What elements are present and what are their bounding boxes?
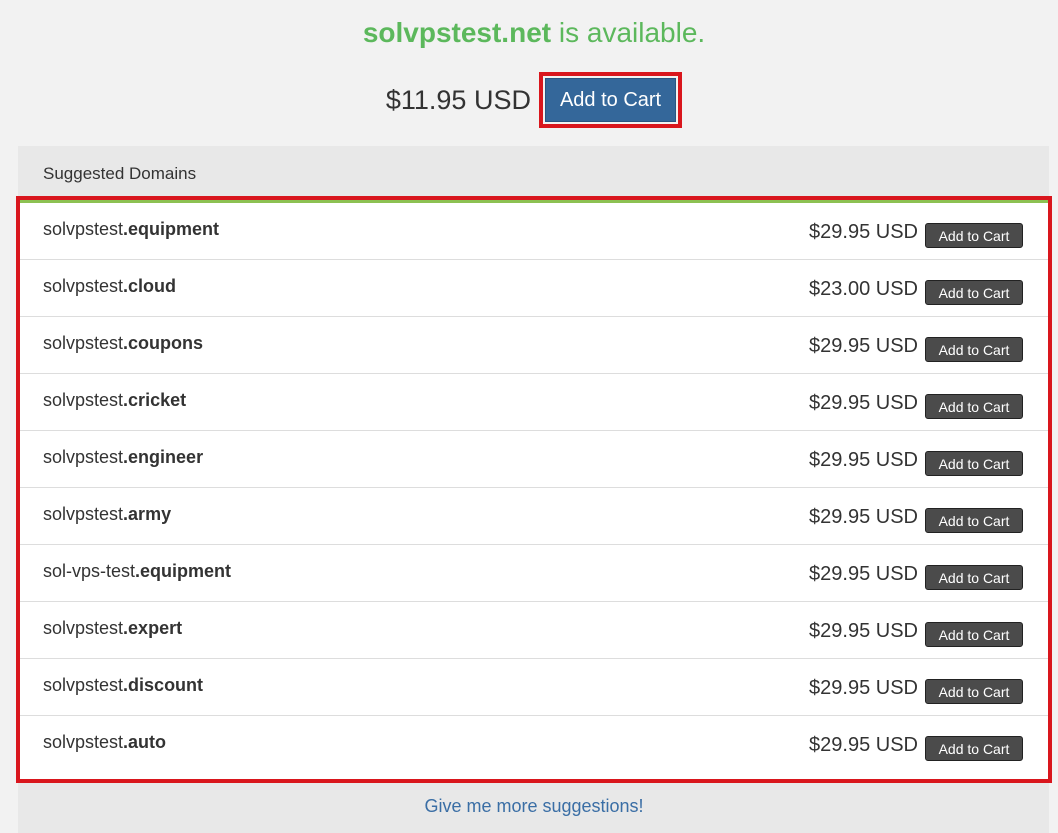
suggestion-add-to-cart-button[interactable]: Add to Cart xyxy=(925,508,1023,533)
availability-status-text: is available. xyxy=(551,17,706,48)
suggestion-domain: solvpstest.cricket xyxy=(43,390,186,411)
suggestion-base: solvpstest xyxy=(43,333,124,353)
suggestion-price: $29.95 USD xyxy=(809,221,918,243)
suggestion-tld: .discount xyxy=(123,675,204,695)
suggestion-price: $29.95 USD xyxy=(809,734,918,756)
suggestion-row: solvpstest.cricket $29.95 USD Add to Car… xyxy=(20,374,1048,431)
suggestion-add-to-cart-button[interactable]: Add to Cart xyxy=(925,565,1023,590)
suggestion-base: solvpstest xyxy=(43,618,124,638)
suggestion-domain: solvpstest.expert xyxy=(43,618,182,639)
suggestion-base: solvpstest xyxy=(43,675,124,695)
suggestion-tld: .expert xyxy=(123,618,183,638)
suggestion-row: solvpstest.discount $29.95 USD Add to Ca… xyxy=(20,659,1048,716)
suggestion-add-to-cart-button[interactable]: Add to Cart xyxy=(925,736,1023,761)
suggestion-base: sol-vps-test xyxy=(43,561,136,581)
suggestion-domain: solvpstest.coupons xyxy=(43,333,203,354)
suggestion-price: $23.00 USD xyxy=(809,278,918,300)
suggestions-list: solvpstest.equipment $29.95 USD Add to C… xyxy=(20,200,1048,779)
suggestion-row: sol-vps-test.equipment $29.95 USD Add to… xyxy=(20,545,1048,602)
main-domain-price: $11.95 USD xyxy=(385,85,531,115)
suggestion-base: solvpstest xyxy=(43,732,124,752)
suggestion-domain: solvpstest.discount xyxy=(43,675,203,696)
suggestion-price: $29.95 USD xyxy=(809,563,918,585)
suggestion-tld: .equipment xyxy=(123,219,220,239)
suggestion-tld: .auto xyxy=(123,732,167,752)
main-add-button-highlight: Add to Cart xyxy=(538,72,683,128)
suggestion-tld: .equipment xyxy=(135,561,232,581)
domain-search-page: solvpstest.net is available. $11.95 USD … xyxy=(0,0,1058,833)
suggestion-row: solvpstest.expert $29.95 USD Add to Cart xyxy=(20,602,1048,659)
suggestion-domain: solvpstest.auto xyxy=(43,732,166,753)
suggestion-price: $29.95 USD xyxy=(809,506,918,528)
suggestion-row: solvpstest.equipment $29.95 USD Add to C… xyxy=(20,203,1048,260)
suggestion-price: $29.95 USD xyxy=(809,620,918,642)
suggestion-add-to-cart-button[interactable]: Add to Cart xyxy=(925,223,1023,248)
availability-message: solvpstest.net is available. xyxy=(0,14,1058,52)
suggestion-row: solvpstest.coupons $29.95 USD Add to Car… xyxy=(20,317,1048,374)
suggestion-add-to-cart-button[interactable]: Add to Cart xyxy=(925,394,1023,419)
suggestion-base: solvpstest xyxy=(43,447,124,467)
suggestion-base: solvpstest xyxy=(43,276,124,296)
suggestion-add-to-cart-button[interactable]: Add to Cart xyxy=(925,337,1023,362)
suggestion-price: $29.95 USD xyxy=(809,449,918,471)
suggestion-domain: solvpstest.cloud xyxy=(43,276,176,297)
suggestion-row: solvpstest.army $29.95 USD Add to Cart xyxy=(20,488,1048,545)
main-add-to-cart-button[interactable]: Add to Cart xyxy=(544,78,677,122)
suggestions-list-highlight: solvpstest.equipment $29.95 USD Add to C… xyxy=(16,196,1052,783)
suggested-domains-header: Suggested Domains xyxy=(43,164,197,183)
suggestion-row: solvpstest.engineer $29.95 USD Add to Ca… xyxy=(20,431,1048,488)
suggestion-price: $29.95 USD xyxy=(809,677,918,699)
suggestion-tld: .engineer xyxy=(123,447,204,467)
suggestion-add-to-cart-button[interactable]: Add to Cart xyxy=(925,679,1023,704)
suggestion-add-to-cart-button[interactable]: Add to Cart xyxy=(925,622,1023,647)
suggestion-base: solvpstest xyxy=(43,390,124,410)
main-offer: $11.95 USD Add to Cart xyxy=(0,72,1058,128)
suggestion-add-to-cart-button[interactable]: Add to Cart xyxy=(925,451,1023,476)
more-suggestions-link[interactable]: Give me more suggestions! xyxy=(0,796,1058,817)
suggestion-tld: .army xyxy=(123,504,172,524)
suggestion-add-to-cart-button[interactable]: Add to Cart xyxy=(925,280,1023,305)
suggestion-domain: solvpstest.army xyxy=(43,504,171,525)
suggestion-price: $29.95 USD xyxy=(809,392,918,414)
suggestion-row: solvpstest.cloud $23.00 USD Add to Cart xyxy=(20,260,1048,317)
suggestion-tld: .cloud xyxy=(123,276,177,296)
suggestion-domain: solvpstest.engineer xyxy=(43,447,203,468)
suggestion-row: solvpstest.auto $29.95 USD Add to Cart xyxy=(20,716,1048,773)
suggestion-price: $29.95 USD xyxy=(809,335,918,357)
suggestion-domain: sol-vps-test.equipment xyxy=(43,561,231,582)
available-domain-name: solvpstest.net xyxy=(362,17,552,48)
suggestion-tld: .cricket xyxy=(123,390,187,410)
suggestion-tld: .coupons xyxy=(123,333,204,353)
suggestion-base: solvpstest xyxy=(43,504,124,524)
suggestion-base: solvpstest xyxy=(43,219,124,239)
suggestion-domain: solvpstest.equipment xyxy=(43,219,219,240)
